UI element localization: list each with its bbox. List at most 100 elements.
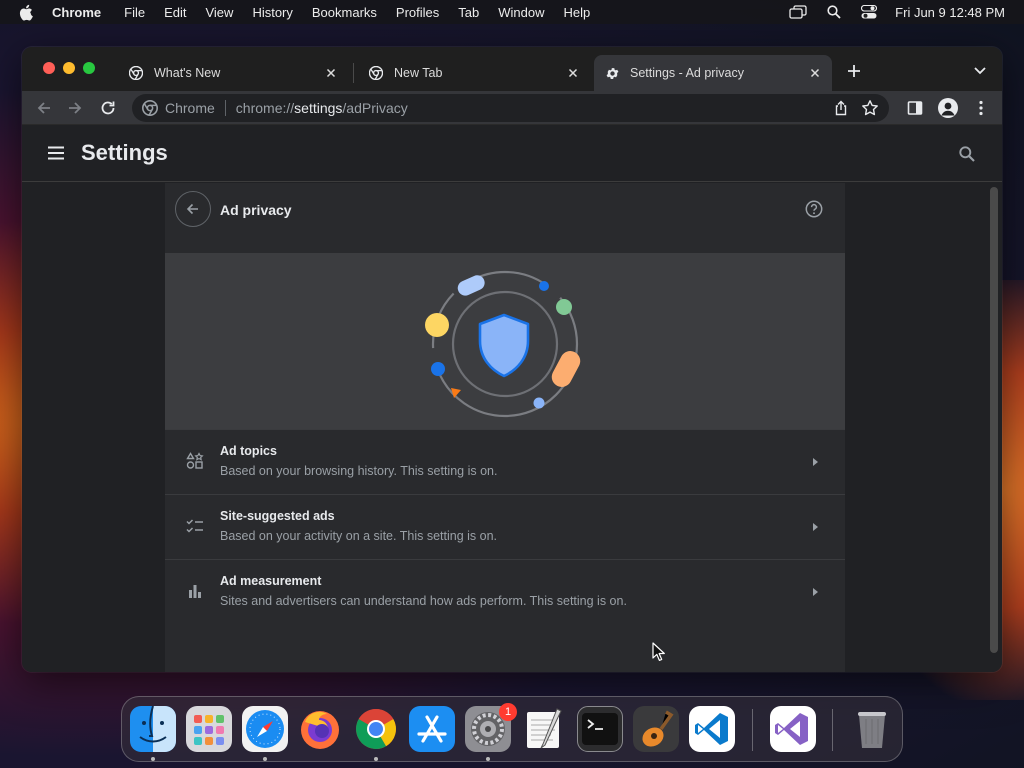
ad-measurement-row[interactable]: Ad measurement Sites and advertisers can… (165, 559, 845, 624)
menu-bar: Chrome File Edit View History Bookmarks … (0, 0, 1024, 24)
menu-profiles[interactable]: Profiles (396, 5, 439, 20)
row-subtitle: Based on your browsing history. This set… (220, 464, 498, 478)
ad-topics-icon (186, 452, 204, 470)
menu-app-name[interactable]: Chrome (52, 5, 101, 20)
site-suggested-ads-row[interactable]: Site-suggested ads Based on your activit… (165, 494, 845, 559)
tab-strip: What's New New Tab Settings - Ad privacy (22, 47, 1002, 91)
tab-title: What's New (154, 66, 221, 80)
chrome-logo-icon[interactable] (142, 100, 158, 116)
dock-terminal-icon[interactable] (577, 706, 623, 752)
tab-settings-ad-privacy[interactable]: Settings - Ad privacy (594, 55, 832, 91)
chevron-right-icon (811, 522, 819, 532)
row-title: Ad topics (220, 444, 277, 458)
settings-title: Settings (81, 140, 168, 165)
row-title: Ad measurement (220, 574, 322, 588)
ad-privacy-card: Ad privacy Ad topics Based on your brows… (165, 183, 845, 672)
spotlight-search-icon[interactable] (827, 5, 841, 19)
row-title: Site-suggested ads (220, 509, 335, 523)
menu-file[interactable]: File (124, 5, 145, 20)
dock: 1 (121, 696, 903, 762)
bookmark-star-icon[interactable] (861, 99, 879, 117)
profile-avatar-icon[interactable] (938, 98, 958, 118)
tab-whats-new[interactable]: What's New (118, 55, 348, 91)
hamburger-menu-icon[interactable] (47, 145, 65, 161)
notification-badge: 1 (499, 703, 517, 721)
running-indicator (486, 757, 490, 761)
running-indicator (374, 757, 378, 761)
dock-app-store-icon[interactable] (409, 706, 455, 752)
menu-bookmarks[interactable]: Bookmarks (312, 5, 377, 20)
close-window-button[interactable] (43, 62, 55, 74)
back-button[interactable] (175, 191, 211, 227)
control-center-icon[interactable] (861, 5, 878, 19)
row-subtitle: Sites and advertisers can understand how… (220, 594, 627, 608)
minimize-window-button[interactable] (63, 62, 75, 74)
more-menu-icon[interactable] (972, 99, 990, 117)
bar-chart-icon (186, 582, 204, 600)
dock-separator (832, 709, 833, 751)
running-indicator (151, 757, 155, 761)
dock-garageband-icon[interactable] (633, 706, 679, 752)
dock-trash-icon[interactable] (849, 706, 895, 752)
row-subtitle: Based on your activity on a site. This s… (220, 529, 497, 543)
shield-icon (478, 313, 530, 378)
tab-new-tab[interactable]: New Tab (358, 55, 590, 91)
url-text[interactable]: chrome://settings/adPrivacy (236, 100, 408, 116)
page-scrollbar[interactable] (990, 187, 998, 653)
side-panel-icon[interactable] (906, 99, 924, 117)
dock-separator (752, 709, 753, 751)
chevron-right-icon (811, 587, 819, 597)
tab-separator (353, 63, 354, 83)
screen-mirroring-icon[interactable] (789, 5, 807, 19)
chevron-right-icon (811, 457, 819, 467)
dock-textedit-icon[interactable] (521, 706, 567, 752)
menu-history[interactable]: History (252, 5, 292, 20)
subpage-header: Ad privacy (165, 183, 845, 253)
dock-firefox-icon[interactable] (297, 706, 343, 752)
dock-finder-icon[interactable] (130, 706, 176, 752)
tab-close-icon[interactable] (808, 66, 822, 80)
dock-chrome-icon[interactable] (353, 706, 399, 752)
tab-search-chevron-icon[interactable] (972, 65, 988, 77)
chrome-favicon-icon (368, 65, 384, 81)
address-bar[interactable]: Chrome chrome://settings/adPrivacy (132, 94, 889, 122)
menu-edit[interactable]: Edit (164, 5, 186, 20)
running-indicator (263, 757, 267, 761)
menu-help[interactable]: Help (564, 5, 591, 20)
back-arrow-icon (186, 203, 198, 215)
browser-toolbar: Chrome chrome://settings/adPrivacy (22, 91, 1002, 125)
menu-bar-clock[interactable]: Fri Jun 9 12:48 PM (895, 5, 1005, 20)
back-arrow-icon[interactable] (35, 99, 53, 117)
dock-safari-icon[interactable] (242, 706, 288, 752)
tab-title: New Tab (394, 66, 443, 80)
url-host: settings (294, 100, 343, 116)
ad-topics-row[interactable]: Ad topics Based on your browsing history… (165, 429, 845, 494)
menu-window[interactable]: Window (498, 5, 544, 20)
menu-tab[interactable]: Tab (458, 5, 479, 20)
dock-visual-studio-icon[interactable] (770, 706, 816, 752)
tab-close-icon[interactable] (324, 66, 338, 80)
dock-vscode-icon[interactable] (689, 706, 735, 752)
site-chip-label: Chrome (165, 100, 215, 116)
tab-close-icon[interactable] (566, 66, 580, 80)
dock-launchpad-icon[interactable] (186, 706, 232, 752)
menu-view[interactable]: View (205, 5, 233, 20)
chrome-favicon-icon (128, 65, 144, 81)
settings-content: Ad privacy Ad topics Based on your brows… (22, 183, 1002, 672)
settings-search-icon[interactable] (958, 145, 976, 163)
zoom-window-button[interactable] (83, 62, 95, 74)
apple-menu-icon[interactable] (18, 4, 34, 21)
ad-privacy-illustration (165, 253, 845, 429)
forward-arrow-icon[interactable] (66, 99, 84, 117)
url-scheme: chrome:// (235, 100, 295, 116)
settings-header: Settings (22, 125, 1002, 182)
chrome-window: What's New New Tab Settings - Ad privacy (22, 47, 1002, 672)
url-path: /adPrivacy (342, 100, 408, 116)
settings-gear-favicon-icon (604, 65, 620, 81)
mouse-cursor-icon (652, 642, 666, 662)
reload-icon[interactable] (99, 99, 117, 117)
help-icon[interactable] (805, 200, 823, 218)
tab-title: Settings - Ad privacy (630, 66, 744, 80)
new-tab-plus-icon[interactable] (846, 63, 862, 79)
share-icon[interactable] (833, 100, 849, 116)
